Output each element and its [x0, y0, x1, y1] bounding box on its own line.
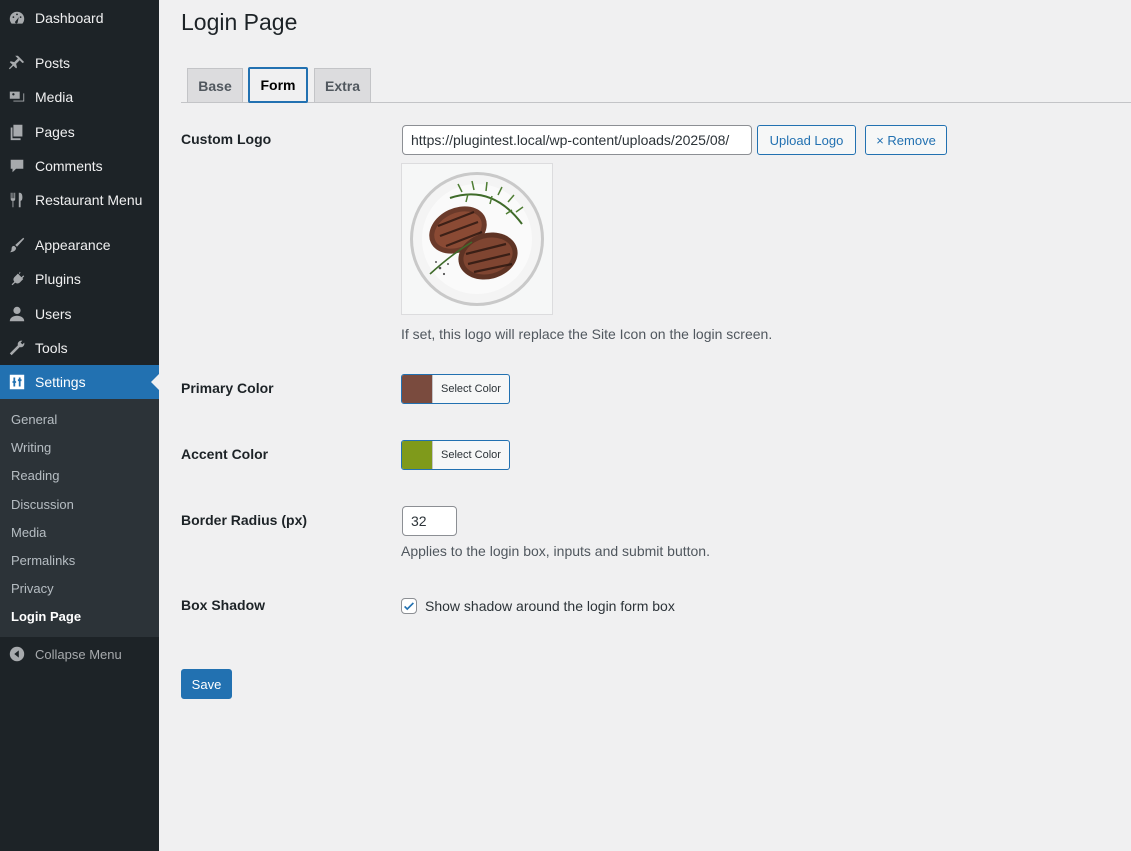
menu-item-users[interactable]: Users — [0, 297, 159, 331]
pages-icon — [7, 122, 27, 142]
collapse-arrow-icon — [9, 646, 25, 662]
remove-logo-button[interactable]: × Remove — [865, 125, 947, 155]
tab-form[interactable]: Form — [248, 67, 308, 103]
menu-item-label: Dashboard — [35, 10, 104, 26]
accent-color-label: Accent Color — [181, 446, 269, 462]
submenu-item-privacy[interactable]: Privacy — [11, 581, 54, 596]
submenu-item-discussion[interactable]: Discussion — [11, 497, 74, 512]
menu-item-restaurant-menu[interactable]: Restaurant Menu — [0, 183, 159, 217]
save-button[interactable]: Save — [181, 669, 232, 699]
primary-color-label: Primary Color — [181, 380, 274, 396]
custom-logo-description: If set, this logo will replace the Site … — [401, 326, 773, 342]
primary-color-swatch — [402, 375, 433, 403]
tab-base[interactable]: Base — [187, 68, 243, 102]
tab-extra[interactable]: Extra — [314, 68, 371, 102]
submenu-item-reading[interactable]: Reading — [11, 468, 59, 483]
logo-preview — [401, 163, 553, 315]
box-shadow-checkbox-label[interactable]: Show shadow around the login form box — [425, 598, 675, 614]
submenu-item-login-page[interactable]: Login Page — [11, 609, 81, 624]
plug-icon — [7, 269, 27, 289]
menu-item-posts[interactable]: Posts — [0, 46, 159, 80]
page-title: Login Page — [181, 9, 298, 35]
submenu-item-media[interactable]: Media — [11, 525, 46, 540]
menu-item-label: Restaurant Menu — [35, 192, 143, 208]
select-color-label: Select Color — [441, 449, 501, 461]
accent-color-picker[interactable]: Select Color — [401, 440, 510, 470]
menu-item-label: Tools — [35, 340, 68, 356]
pin-icon — [7, 53, 27, 73]
steak-plate-image — [410, 172, 544, 306]
menu-item-label: Users — [35, 306, 72, 322]
wrench-icon — [7, 338, 27, 358]
menu-item-appearance[interactable]: Appearance — [0, 228, 159, 262]
comment-icon — [7, 156, 27, 176]
menu-item-dashboard[interactable]: Dashboard — [0, 1, 159, 35]
border-radius-input[interactable] — [402, 506, 457, 536]
select-color-label: Select Color — [441, 383, 501, 395]
checkmark-icon — [404, 602, 414, 611]
menu-item-tools[interactable]: Tools — [0, 331, 159, 365]
tabs-divider — [181, 102, 1131, 103]
box-shadow-label: Box Shadow — [181, 597, 266, 613]
border-radius-description: Applies to the login box, inputs and sub… — [401, 543, 710, 559]
menu-item-settings[interactable]: Settings — [0, 365, 159, 399]
upload-logo-button[interactable]: Upload Logo — [757, 125, 856, 155]
box-shadow-checkbox[interactable] — [401, 598, 417, 614]
submenu-item-general[interactable]: General — [11, 412, 57, 427]
user-icon — [7, 304, 27, 324]
utensils-icon — [7, 190, 27, 210]
menu-item-comments[interactable]: Comments — [0, 149, 159, 183]
menu-item-label: Plugins — [35, 271, 81, 287]
brush-icon — [7, 235, 27, 255]
menu-item-plugins[interactable]: Plugins — [0, 262, 159, 296]
dashboard-icon — [7, 8, 27, 28]
menu-item-label: Comments — [35, 158, 103, 174]
settings-icon — [7, 372, 27, 392]
menu-item-pages[interactable]: Pages — [0, 115, 159, 149]
submenu-item-permalinks[interactable]: Permalinks — [11, 553, 75, 568]
admin-sidebar: Dashboard Posts Media Pages Comments Res… — [0, 0, 159, 851]
collapse-menu-label: Collapse Menu — [35, 646, 122, 662]
border-radius-label: Border Radius (px) — [181, 512, 308, 528]
menu-item-label: Media — [35, 89, 74, 105]
settings-submenu: General Writing Reading Discussion Media… — [0, 399, 159, 637]
menu-item-label: Posts — [35, 55, 71, 71]
primary-color-picker[interactable]: Select Color — [401, 374, 510, 404]
logo-url-input[interactable] — [402, 125, 752, 155]
menu-item-label: Appearance — [35, 237, 111, 253]
main-content: Login Page Base Form Extra Custom Logo U… — [159, 0, 1131, 851]
menu-item-label: Settings — [35, 374, 86, 390]
submenu-item-writing[interactable]: Writing — [11, 440, 51, 455]
collapse-menu-button[interactable]: Collapse Menu — [0, 642, 159, 666]
media-icon — [7, 87, 27, 107]
custom-logo-label: Custom Logo — [181, 131, 272, 147]
accent-color-swatch — [402, 441, 433, 469]
menu-item-label: Pages — [35, 124, 75, 140]
menu-item-media[interactable]: Media — [0, 80, 159, 114]
